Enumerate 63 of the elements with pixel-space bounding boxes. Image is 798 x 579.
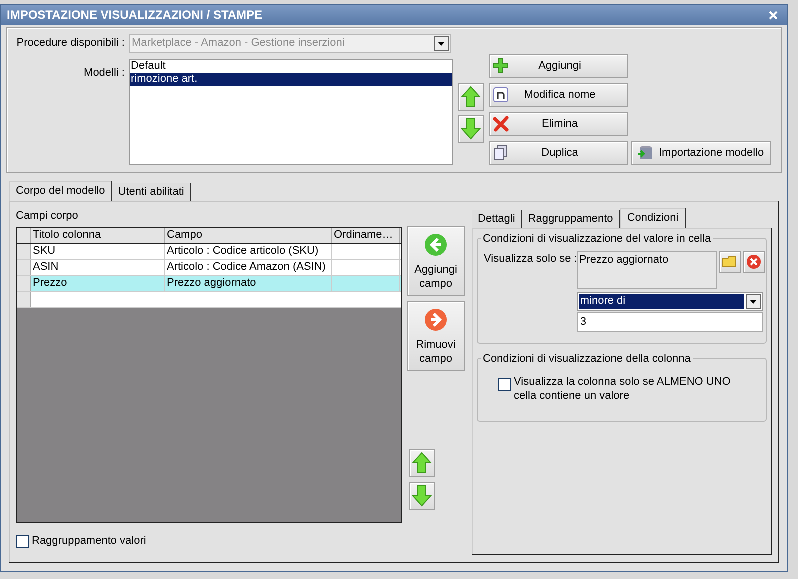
right-arrow-circle-icon [424,308,448,332]
move-up-button[interactable] [409,449,435,477]
field-label: Visualizza solo se : [484,252,578,267]
close-icon [746,254,762,270]
move-down-button[interactable] [409,482,435,510]
table-cell: SKU [31,244,165,259]
down-arrow-icon [461,118,481,140]
row-header[interactable] [17,292,31,307]
field-button[interactable]: Aggiungi campo [407,226,465,296]
checkbox[interactable] [16,534,29,548]
close-icon[interactable] [769,10,778,20]
condition-field: Prezzo aggiornato [577,251,718,289]
table-cell: ASIN [31,260,165,275]
tab[interactable]: Corpo del modello [9,181,112,201]
table-cell: Articolo : Codice articolo (SKU) [165,244,332,259]
folder-icon [722,255,738,269]
window-title: IMPOSTAZIONE VISUALIZZAZIONI / STAMPE [7,7,263,24]
left-arrow-circle-icon [424,233,448,257]
table-cell: Prezzo aggiornato [165,276,332,291]
table-cell: Prezzo [31,276,165,291]
down-arrow-icon [412,485,432,507]
model-button[interactable]: Aggiungi [489,54,628,78]
section-label: Campi corpo [16,209,80,224]
column-header[interactable]: Campo [165,228,332,243]
model-button[interactable]: Duplica [489,141,628,165]
model-button[interactable]: Importazione modello [631,141,771,165]
up-arrow-icon [412,452,432,474]
tab[interactable]: Raggruppamento [522,210,620,228]
move-down-button[interactable] [458,115,484,143]
value-input[interactable]: 3 [577,312,764,332]
grid-row[interactable]: Prezzo Prezzo aggiornato [17,276,401,292]
model-button[interactable]: Elimina [489,112,628,136]
cross-icon [493,116,509,132]
folder-button[interactable] [719,251,742,273]
plus-icon [493,58,509,74]
letter-n-icon [493,87,509,103]
move-up-button[interactable] [458,83,484,111]
clear-button[interactable] [743,251,766,273]
up-arrow-icon [461,86,481,108]
row-header[interactable] [17,244,31,259]
checkbox[interactable] [498,378,511,391]
row-header[interactable] [17,276,31,291]
model-item[interactable]: rimozione art. [130,73,452,86]
table-cell: Articolo : Codice Amazon (ASIN) [165,260,332,275]
column-header[interactable]: Ordiname… [332,228,400,243]
documents-icon [493,145,509,161]
tab[interactable]: Condizioni [620,208,686,228]
field-label: Modelli : [83,66,126,81]
operator-select[interactable]: minore di [577,292,764,311]
column-header[interactable]: Titolo colonna [31,228,165,243]
tab[interactable]: Dettagli [472,210,522,228]
database-import-icon [637,145,653,161]
grid-row[interactable]: ASIN Articolo : Codice Amazon (ASIN) [17,260,401,276]
checkbox-label: Visualizza la colonna solo se ALMENO UNO cella contiene un valore [514,375,732,403]
tab[interactable]: Utenti abilitati [112,183,192,201]
model-button[interactable]: Modifica nome [489,83,628,107]
model-item[interactable]: Default [130,60,452,73]
row-header[interactable] [17,260,31,275]
grid-row[interactable]: SKU Articolo : Codice articolo (SKU) [17,244,401,260]
field-button[interactable]: Rimuovi campo [407,301,465,371]
field-label: Procedure disponibili : [16,36,126,51]
dropdown-caret-icon[interactable] [746,294,762,309]
checkbox-label: Raggruppamento valori [32,534,146,549]
